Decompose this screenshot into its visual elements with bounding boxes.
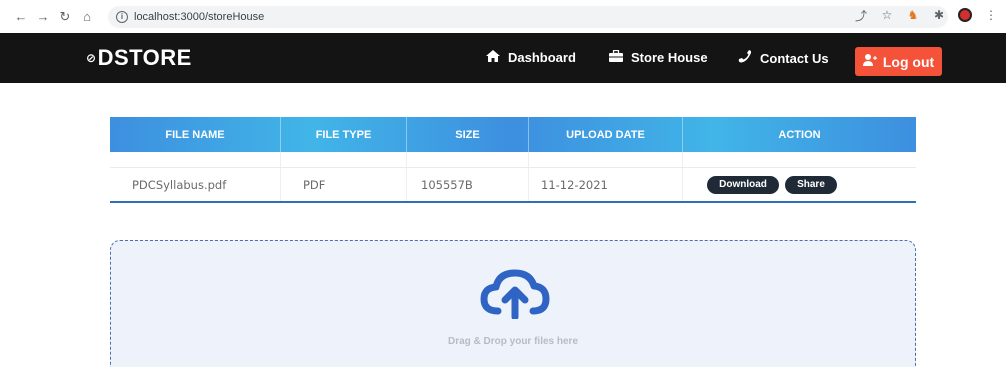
logout-button[interactable]: Log out [855, 47, 942, 76]
briefcase-icon [609, 49, 623, 65]
extensions-puzzle-icon[interactable]: ✱ [932, 8, 946, 22]
cell-file-type: PDF [281, 168, 407, 201]
brand-text: DSTORE [97, 45, 192, 70]
col-header-file-name: FILE NAME [110, 117, 281, 152]
brand-icon: ⊘ [86, 51, 97, 65]
cell-size: 105557B [407, 168, 529, 201]
nav-dashboard-label: Dashboard [508, 50, 576, 65]
table-row: PDCSyllabus.pdf PDF 105557B 11-12-2021 D… [110, 167, 916, 203]
nav-dashboard[interactable]: Dashboard [486, 50, 576, 65]
share-page-icon[interactable]: ⤴ [854, 8, 868, 23]
cell-upload-date: 11-12-2021 [529, 168, 683, 201]
brand-logo[interactable]: ⊘ DSTORE [86, 45, 192, 71]
col-header-upload-date: UPLOAD DATE [529, 117, 683, 152]
url-text: localhost:3000/storeHouse [134, 10, 265, 23]
spacer-cell [281, 152, 407, 167]
cloud-upload-icon [480, 269, 550, 319]
info-icon[interactable]: i [116, 10, 128, 23]
logout-label: Log out [882, 53, 935, 70]
spacer-cell [407, 152, 529, 167]
spacer-cell [110, 152, 281, 167]
nav-contact-us[interactable]: Contact Us [738, 50, 829, 66]
phone-icon [738, 50, 752, 66]
cell-file-name: PDCSyllabus.pdf [110, 168, 281, 201]
back-icon[interactable]: ← [12, 8, 30, 26]
reload-icon[interactable]: ↻ [56, 8, 74, 26]
app-header: ⊘ DSTORE Dashboard Store House Contact U… [0, 33, 1006, 83]
home-icon[interactable]: ⌂ [78, 8, 96, 26]
metamask-extension-icon[interactable]: ♞ [906, 8, 920, 22]
col-header-action: ACTION [778, 128, 821, 141]
share-button[interactable]: Share [785, 175, 837, 194]
nav-contact-us-label: Contact Us [760, 50, 829, 66]
download-button[interactable]: Download [707, 175, 779, 194]
col-header-file-type: FILE TYPE [281, 117, 407, 152]
user-plus-icon [862, 54, 877, 69]
bookmark-star-icon[interactable]: ☆ [880, 8, 894, 22]
spacer-cell [529, 152, 683, 167]
cell-action: Download Share [683, 168, 916, 201]
col-header-size: SIZE [407, 117, 529, 152]
spacer-cell [683, 152, 916, 167]
menu-kebab-icon[interactable]: ⋮ [984, 8, 998, 22]
address-bar[interactable]: i localhost:3000/storeHouse [108, 5, 948, 28]
profile-avatar-icon[interactable] [958, 8, 972, 22]
forward-icon[interactable]: → [34, 8, 52, 26]
nav-store-house-label: Store House [631, 50, 708, 65]
browser-extensions: ⤴ ☆ ♞ ✱ ⋮ [854, 8, 998, 23]
file-dropzone[interactable]: Drag & Drop your files here [110, 240, 916, 367]
nav-store-house[interactable]: Store House [609, 49, 708, 65]
home-icon [486, 50, 500, 65]
files-table: FILE NAME FILE TYPE SIZE UPLOAD DATE ACT… [110, 117, 916, 203]
browser-toolbar: ← → ↻ ⌂ i localhost:3000/storeHouse ⤴ ☆ … [0, 0, 1006, 33]
table-spacer-row [110, 152, 916, 167]
dropzone-text: Drag & Drop your files here [447, 336, 579, 347]
table-header: FILE NAME FILE TYPE SIZE UPLOAD DATE ACT… [110, 117, 916, 152]
